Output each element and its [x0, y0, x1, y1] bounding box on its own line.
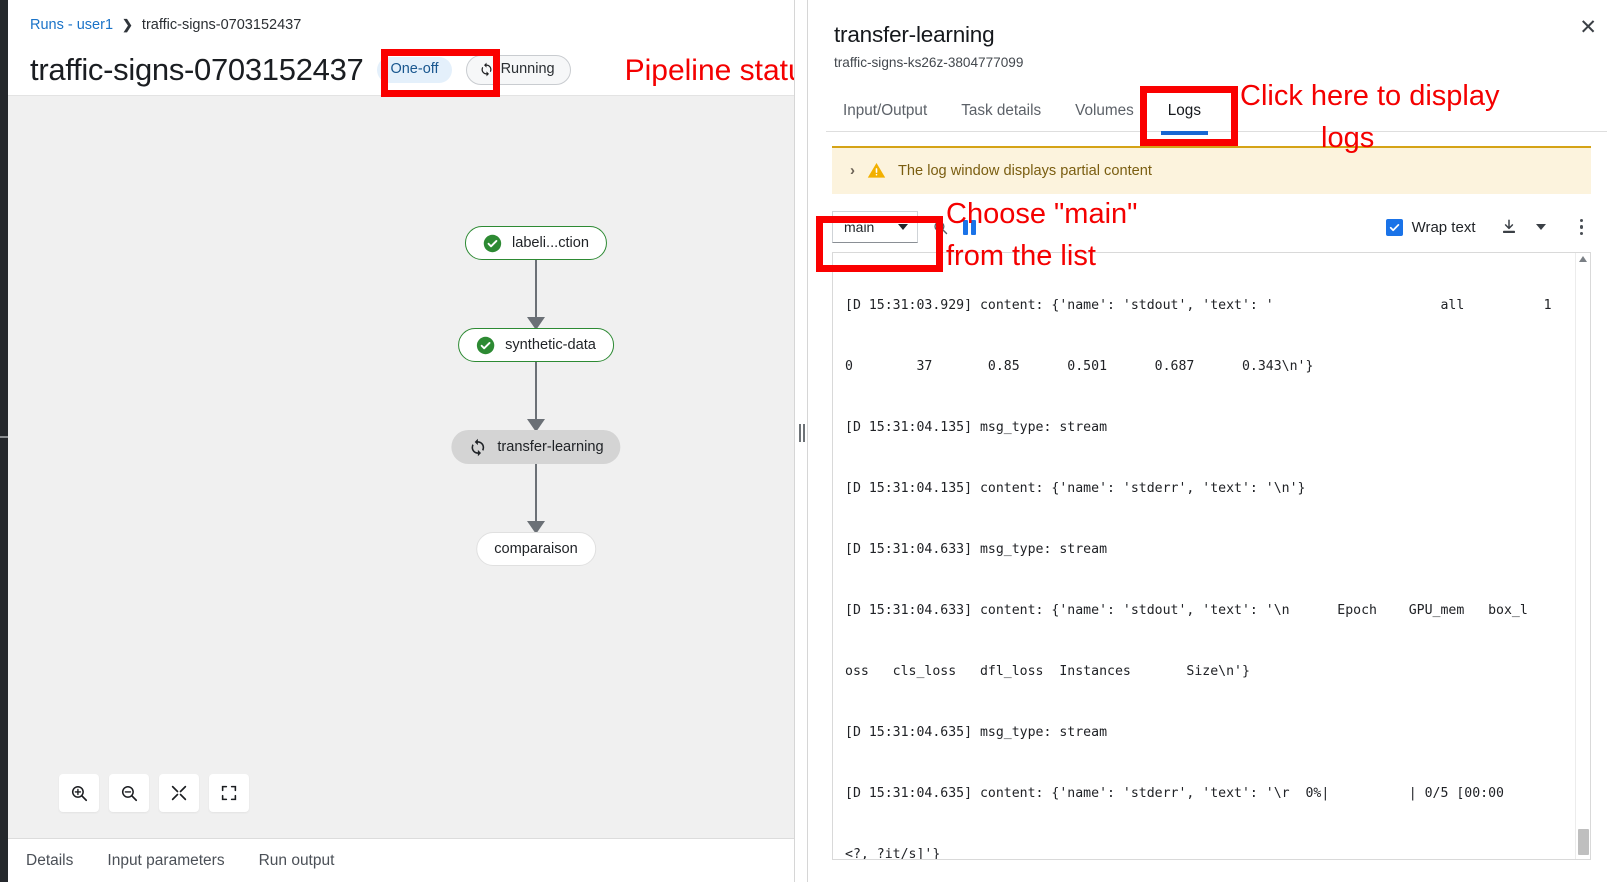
scrollbar-thumb[interactable]	[1578, 829, 1589, 855]
log-line: <?, ?it/s]'}	[845, 845, 1575, 859]
graph-edge	[535, 464, 537, 526]
kebab-dot	[1580, 232, 1584, 236]
graph-edge	[535, 260, 537, 322]
rail-divider	[0, 436, 8, 438]
drawer-title: transfer-learning	[834, 22, 1589, 48]
graph-node-labelisation[interactable]: labeli...ction	[465, 226, 607, 260]
breadcrumb-runs-link[interactable]: Runs - user1	[30, 17, 113, 33]
log-line: oss cls_loss dfl_loss Instances Size\n'}	[845, 662, 1575, 682]
log-line: [D 15:31:04.635] msg_type: stream	[845, 723, 1575, 743]
graph-node-label: comparaison	[494, 541, 578, 557]
bottom-tab-bar: Details Input parameters Run output	[8, 838, 794, 882]
search-icon	[932, 219, 949, 236]
kebab-dot	[1580, 225, 1584, 229]
zoom-out-button[interactable]	[109, 774, 149, 812]
warning-message: The log window displays partial content	[898, 163, 1152, 179]
status-badge[interactable]: Running	[466, 55, 571, 85]
log-line: [D 15:31:04.135] msg_type: stream	[845, 418, 1575, 438]
bottom-tab-input-parameters[interactable]: Input parameters	[105, 848, 226, 874]
log-line: [D 15:31:04.635] content: {'name': 'stde…	[845, 784, 1575, 804]
pause-log-button[interactable]	[963, 220, 976, 235]
drawer-tab-bar: Input/Output Task details Volumes Logs	[826, 94, 1615, 131]
chevron-down-icon	[898, 224, 908, 230]
expand-chevron-icon[interactable]: ›	[850, 162, 855, 179]
page-title: traffic-signs-0703152437	[30, 52, 363, 88]
run-detail-panel: Runs - user1 ❯ traffic-signs-0703152437 …	[8, 0, 794, 882]
log-more-menu-button[interactable]	[1574, 219, 1590, 236]
download-logs-button[interactable]	[1500, 218, 1518, 236]
wrap-text-checkbox[interactable]	[1386, 219, 1403, 236]
zoom-in-button[interactable]	[59, 774, 99, 812]
screen-root: Runs - user1 ❯ traffic-signs-0703152437 …	[0, 0, 1615, 882]
bottom-tab-run-output[interactable]: Run output	[257, 848, 337, 874]
scroll-up-arrow-icon[interactable]	[1579, 256, 1587, 262]
pause-bar-right	[971, 220, 976, 235]
warning-triangle-icon	[867, 161, 886, 180]
graph-node-transfer-learning[interactable]: transfer-learning	[451, 430, 620, 464]
chevron-down-icon	[1536, 224, 1546, 230]
drawer-header: transfer-learning traffic-signs-ks26z-38…	[808, 0, 1615, 70]
download-options-button[interactable]	[1536, 224, 1546, 230]
breadcrumb-current: traffic-signs-0703152437	[142, 17, 301, 33]
log-output-text: [D 15:31:03.929] content: {'name': 'stdo…	[833, 252, 1575, 859]
log-line: [D 15:31:03.929] content: {'name': 'stdo…	[845, 296, 1575, 316]
check-icon	[1388, 221, 1401, 234]
zoom-out-icon	[120, 784, 139, 803]
tab-task-details[interactable]: Task details	[944, 94, 1058, 131]
refresh-icon	[468, 438, 487, 457]
badge-one-off: One-off	[377, 57, 451, 83]
tab-input-output[interactable]: Input/Output	[826, 94, 944, 131]
wrap-text-label: Wrap text	[1412, 219, 1476, 236]
pause-bar-left	[963, 220, 968, 235]
task-detail-drawer: transfer-learning traffic-signs-ks26z-38…	[808, 0, 1615, 882]
status-badge-label: Running	[501, 62, 555, 77]
run-title-row: traffic-signs-0703152437 One-off Running…	[8, 33, 794, 95]
log-line: [D 15:31:04.135] content: {'name': 'stde…	[845, 479, 1575, 499]
fullscreen-button[interactable]	[209, 774, 249, 812]
log-line: 0 37 0.85 0.501 0.687 0.343\n'}	[845, 357, 1575, 377]
pipeline-graph-canvas[interactable]: labeli...ction synthetic-data transfer-l…	[8, 95, 794, 838]
graph-node-comparaison[interactable]: comparaison	[476, 532, 596, 566]
log-line: [D 15:31:04.633] msg_type: stream	[845, 540, 1575, 560]
download-icon	[1500, 218, 1518, 236]
close-icon[interactable]: ✕	[1579, 17, 1597, 38]
resize-grip-icon	[799, 424, 805, 442]
tab-bar-divider	[826, 131, 1607, 132]
log-toolbar: main Wrap text	[832, 210, 1591, 244]
breadcrumb: Runs - user1 ❯ traffic-signs-0703152437	[8, 0, 794, 33]
log-output-container[interactable]: [D 15:31:03.929] content: {'name': 'stdo…	[832, 252, 1591, 860]
graph-node-synthetic-data[interactable]: synthetic-data	[458, 328, 614, 362]
check-circle-icon	[483, 234, 502, 253]
drawer-subtitle: traffic-signs-ks26z-3804777099	[834, 55, 1589, 70]
graph-node-label: synthetic-data	[505, 337, 596, 353]
zoom-in-icon	[70, 784, 89, 803]
fit-screen-button[interactable]	[159, 774, 199, 812]
graph-node-label: labeli...ction	[512, 235, 589, 251]
log-vertical-scrollbar[interactable]	[1575, 253, 1590, 859]
panel-resize-handle[interactable]	[794, 0, 808, 882]
graph-edge	[535, 362, 537, 424]
bottom-tab-details[interactable]: Details	[24, 848, 75, 874]
fullscreen-icon	[220, 784, 238, 802]
graph-node-label: transfer-learning	[497, 439, 603, 455]
check-circle-icon	[476, 336, 495, 355]
wrap-text-toggle[interactable]: Wrap text	[1386, 219, 1476, 236]
log-line: [D 15:31:04.633] content: {'name': 'stdo…	[845, 601, 1575, 621]
log-source-value: main	[844, 219, 874, 235]
log-search-button[interactable]	[932, 219, 949, 236]
breadcrumb-separator-icon: ❯	[122, 17, 133, 33]
partial-content-warning: › The log window displays partial conten…	[832, 146, 1591, 194]
graph-zoom-toolbar	[59, 774, 249, 812]
log-source-select[interactable]: main	[832, 211, 918, 243]
tab-logs[interactable]: Logs	[1151, 94, 1218, 131]
kebab-dot	[1580, 219, 1584, 223]
tab-volumes[interactable]: Volumes	[1058, 94, 1151, 131]
refresh-icon	[479, 62, 494, 77]
annotation-pipeline-status: Pipeline status	[625, 56, 820, 86]
fit-screen-icon	[170, 784, 188, 802]
app-left-rail	[0, 0, 8, 882]
